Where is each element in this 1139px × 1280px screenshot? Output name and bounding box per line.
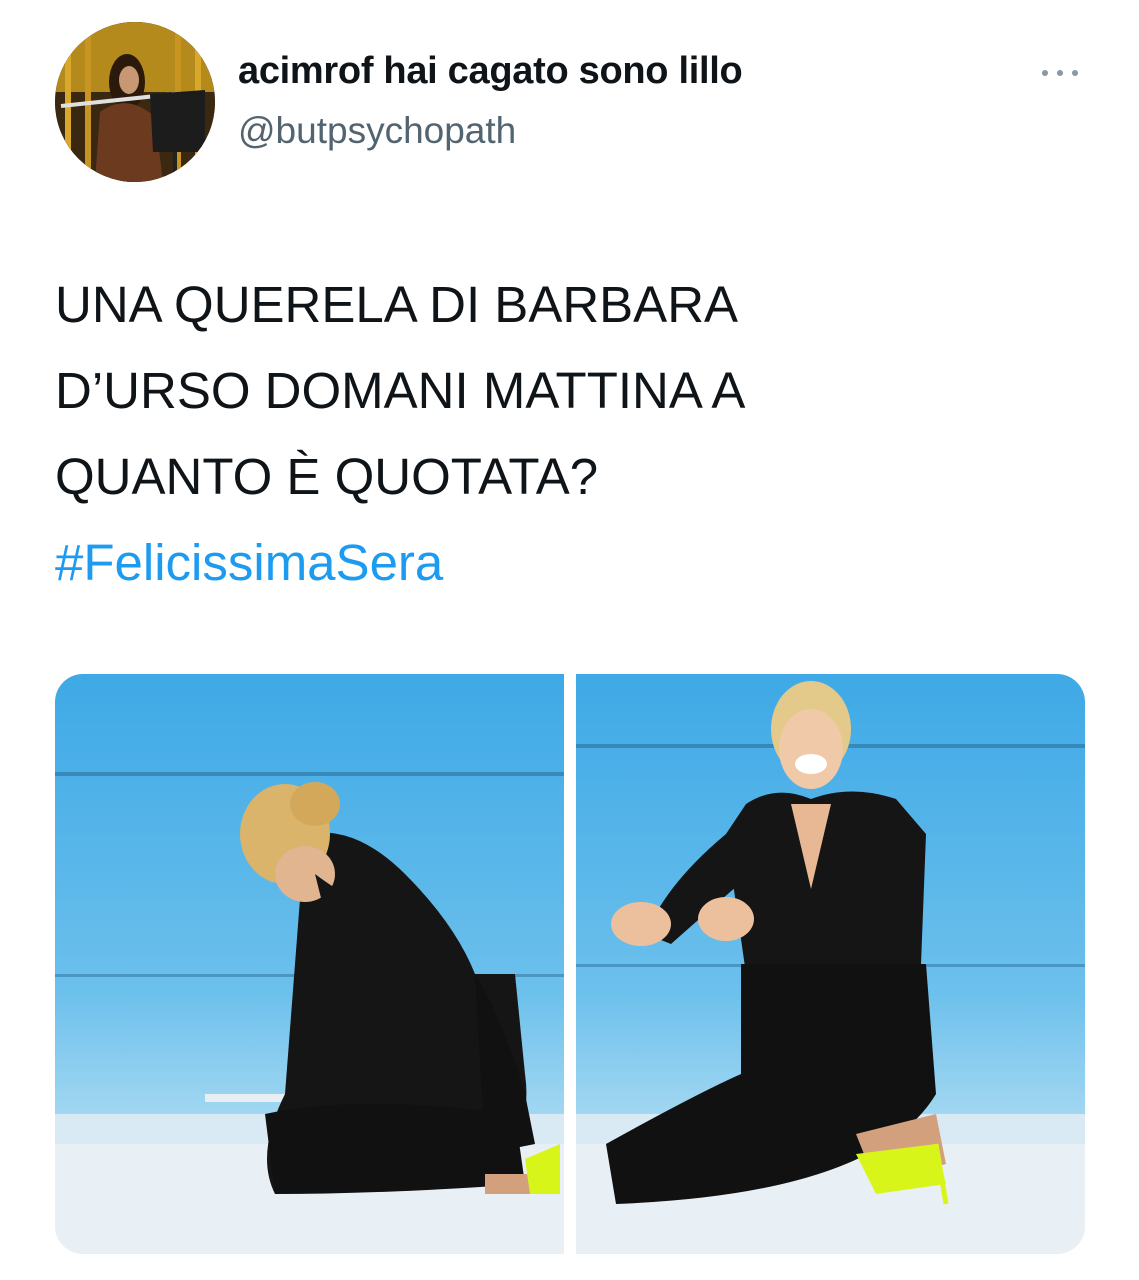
photo-woman-laughing-sitting <box>576 674 1085 1254</box>
tweet-line: D’URSO DOMANI MATTINA A <box>55 362 746 419</box>
avatar[interactable] <box>55 22 215 182</box>
media-photo-1[interactable] <box>55 674 564 1254</box>
ellipsis-icon[interactable] <box>1040 60 1080 86</box>
tweet-text: UNA QUERELA DI BARBARA D’URSO DOMANI MAT… <box>55 262 1095 606</box>
author-display-name[interactable]: acimrof hai cagato sono lillo <box>238 50 743 93</box>
media-grid <box>55 674 1085 1254</box>
tweet-line: UNA QUERELA DI BARBARA <box>55 276 739 333</box>
author-handle[interactable]: @butpsychopath <box>238 110 516 152</box>
avatar-photo <box>55 22 215 182</box>
tweet-line: QUANTO È QUOTATA? <box>55 448 599 505</box>
photo-woman-laughing-bent <box>55 674 564 1254</box>
media-photo-2[interactable] <box>576 674 1085 1254</box>
hashtag-link[interactable]: #FelicissimaSera <box>55 520 1095 606</box>
